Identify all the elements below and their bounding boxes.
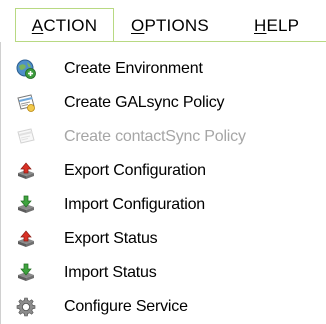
menu-item-export-configuration[interactable]: Export Configuration bbox=[1, 154, 326, 188]
menu-item-import-configuration[interactable]: Import Configuration bbox=[1, 188, 326, 222]
menu-item-label: Export Status bbox=[64, 230, 158, 247]
menu-item-label: Create GALsync Policy bbox=[64, 94, 225, 111]
menu-item-create-environment[interactable]: Create Environment bbox=[1, 52, 326, 86]
policy-card-icon bbox=[17, 94, 35, 112]
menu-help-accelerator: H bbox=[254, 16, 267, 35]
menu-action-accelerator: A bbox=[31, 16, 44, 35]
menu-item-label: Import Configuration bbox=[64, 196, 205, 213]
export-arrow-icon bbox=[18, 162, 34, 179]
export-arrow-icon bbox=[18, 230, 34, 247]
globe-plus-icon bbox=[16, 59, 36, 79]
menu-action[interactable]: ACTION bbox=[15, 8, 114, 42]
menu-item-configure-service[interactable]: Configure Service bbox=[1, 290, 326, 324]
menu-help[interactable]: HELP bbox=[254, 8, 299, 42]
menu-options-accelerator: O bbox=[131, 16, 145, 35]
import-arrow-icon bbox=[18, 195, 34, 213]
menu-item-label: Create Environment bbox=[64, 60, 203, 77]
menu-options[interactable]: OPTIONS bbox=[131, 8, 209, 42]
menu-item-create-galsync-policy[interactable]: Create GALsync Policy bbox=[1, 86, 326, 120]
menu-bar: ACTION OPTIONS HELP bbox=[0, 0, 326, 42]
menu-options-label: PTIONS bbox=[144, 16, 209, 35]
import-arrow-icon bbox=[18, 263, 34, 281]
menu-item-label: Configure Service bbox=[64, 298, 188, 315]
menu-action-label: CTION bbox=[43, 16, 98, 35]
policy-card-icon bbox=[17, 128, 35, 144]
menu-item-import-status[interactable]: Import Status bbox=[1, 256, 326, 290]
action-dropdown-menu: Create Environment Create GALsync Policy… bbox=[0, 42, 326, 324]
menu-item-export-status[interactable]: Export Status bbox=[1, 222, 326, 256]
menu-help-label: ELP bbox=[266, 16, 300, 35]
menu-item-label: Import Status bbox=[64, 264, 157, 281]
menu-item-label: Export Configuration bbox=[64, 162, 206, 179]
menu-item-label: Create contactSync Policy bbox=[64, 128, 246, 145]
menu-item-create-contactsync-policy: Create contactSync Policy bbox=[1, 120, 326, 154]
gear-icon bbox=[16, 297, 36, 317]
